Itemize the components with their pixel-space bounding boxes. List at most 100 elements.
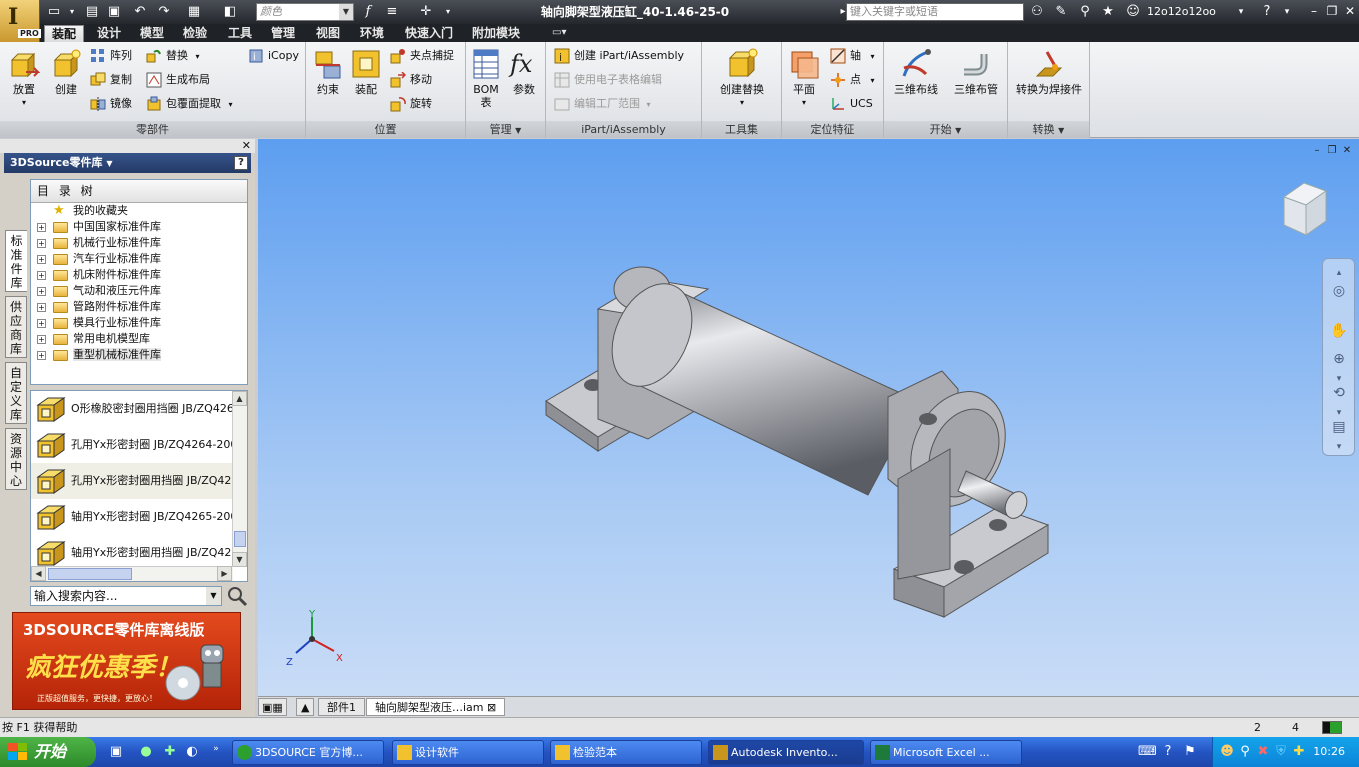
- chevron-up-icon[interactable]: ▲: [296, 698, 315, 716]
- favorites-star-icon[interactable]: ★: [1099, 3, 1117, 21]
- ie-icon[interactable]: ◐: [184, 744, 200, 760]
- promo-banner[interactable]: 3DSOURCE零件库离线版 疯狂优惠季！ 正版超值服务，更快捷，更放心！: [12, 612, 241, 710]
- expand-icon[interactable]: +: [37, 351, 46, 360]
- make-layout-button[interactable]: 生成布局: [146, 70, 210, 90]
- application-menu-button[interactable]: I PRO: [0, 0, 41, 42]
- restore-icon[interactable]: ❐: [1324, 3, 1340, 19]
- orbit-icon[interactable]: ⟲: [1329, 383, 1349, 403]
- create-substitute-button[interactable]: 创建替换 ▾: [712, 48, 772, 120]
- tab-design[interactable]: 设计: [90, 25, 128, 42]
- list-item[interactable]: 轴用Yx形密封圈用挡圈 JB/ZQ4265-2006: [31, 535, 233, 567]
- expand-icon[interactable]: +: [37, 335, 46, 344]
- user-name[interactable]: 12o12o12oo: [1147, 5, 1216, 18]
- tab-model[interactable]: 模型: [133, 25, 171, 42]
- convert-to-weldment-button[interactable]: 转换为焊接件: [1012, 48, 1086, 120]
- edit-spreadsheet-button[interactable]: 使用电子表格编辑: [554, 70, 662, 90]
- pan-hand-icon[interactable]: ✋: [1329, 321, 1349, 341]
- tab-environments[interactable]: 环境: [353, 25, 391, 42]
- help-search-input[interactable]: 键入关键字或短语: [846, 3, 1024, 21]
- minimize-icon[interactable]: –: [1306, 3, 1322, 19]
- subscription-icon[interactable]: ⚲: [1076, 3, 1094, 21]
- open-icon[interactable]: ▤: [84, 4, 100, 20]
- tray-network-icon[interactable]: ⚲: [1237, 744, 1253, 760]
- plane-button[interactable]: 平面 ▾: [782, 48, 826, 120]
- tab-assemble[interactable]: 装配: [44, 25, 85, 42]
- assemble-button[interactable]: 装配: [344, 48, 388, 120]
- help-icon[interactable]: ?: [1258, 3, 1276, 21]
- parameters-button[interactable]: fx 参数: [504, 48, 544, 120]
- copy-button[interactable]: 复制: [90, 70, 132, 90]
- shrinkwrap-button[interactable]: 包覆面提取 ▾: [146, 94, 233, 114]
- 3d-viewport[interactable]: – ❐ ✕ Y X Z: [258, 139, 1359, 696]
- task-autodesk-inventor[interactable]: Autodesk Invento...: [708, 740, 864, 765]
- side-tab-resource-center[interactable]: 资源中心: [5, 428, 27, 490]
- chevron-right-icon[interactable]: »: [208, 741, 224, 757]
- redo-icon[interactable]: ↷: [156, 4, 172, 20]
- wrench-icon[interactable]: ✎: [1052, 3, 1070, 21]
- help-icon[interactable]: ?: [234, 156, 248, 170]
- tab-get-started[interactable]: 快速入门: [398, 25, 460, 42]
- tab-manage[interactable]: 管理: [264, 25, 302, 42]
- horizontal-scrollbar[interactable]: ◀ ▶: [31, 566, 233, 581]
- tab-tools[interactable]: 工具: [221, 25, 259, 42]
- expand-icon[interactable]: +: [37, 255, 46, 264]
- cable-harness-button[interactable]: 三维布线: [888, 48, 944, 120]
- browser-icon[interactable]: ●: [138, 744, 154, 760]
- binoculars-icon[interactable]: ⚇: [1028, 3, 1046, 21]
- chevron-down-icon[interactable]: ▼: [206, 587, 221, 605]
- list-item[interactable]: O形橡胶密封圈用挡圈 JB/ZQ4264-2006: [31, 391, 233, 427]
- help-dropdown-icon[interactable]: ▾: [1278, 3, 1296, 21]
- tree-item[interactable]: + 气动和液压元件库: [31, 283, 247, 299]
- rotate-button[interactable]: 旋转: [390, 94, 432, 114]
- icopy-button[interactable]: i iCopy: [248, 46, 299, 66]
- tree-item[interactable]: + 模具行业标准件库: [31, 315, 247, 331]
- keyboard-icon[interactable]: ⌨: [1138, 744, 1157, 760]
- undo-icon[interactable]: ↶: [132, 4, 148, 20]
- library-search-input[interactable]: 输入搜索内容... ▼: [30, 586, 222, 606]
- expand-icon[interactable]: +: [37, 223, 46, 232]
- grip-snap-button[interactable]: 夹点捕捉: [390, 46, 454, 66]
- tree-item[interactable]: + 机械行业标准件库: [31, 235, 247, 251]
- edit-factory-scope-button[interactable]: 编辑工厂范围 ▾: [554, 94, 651, 114]
- mirror-button[interactable]: 镜像: [90, 94, 132, 114]
- tree-item[interactable]: + 汽车行业标准件库: [31, 251, 247, 267]
- browser2-icon[interactable]: ✚: [162, 744, 178, 760]
- zoom-icon[interactable]: ⊕: [1329, 349, 1349, 369]
- task-folder-inspect[interactable]: 检验范本: [550, 740, 702, 765]
- replace-button[interactable]: 替换 ▾: [146, 46, 200, 66]
- new-dropdown-icon[interactable]: ▾: [64, 4, 80, 20]
- user-dropdown-icon[interactable]: ▾: [1232, 3, 1250, 21]
- tree-item[interactable]: + 重型机械标准件库: [31, 347, 247, 363]
- list-item[interactable]: 孔用Yx形密封圈用挡圈 JB/ZQ4264-2006: [31, 463, 233, 499]
- doc-tab-cylinder[interactable]: 轴向脚架型液压…iam ⊠: [366, 698, 506, 716]
- create-component-button[interactable]: 创建: [44, 48, 88, 120]
- expand-icon[interactable]: +: [37, 287, 46, 296]
- parts-library-header[interactable]: 3DSource零件库 ▼ ?: [4, 153, 251, 173]
- steering-wheel-icon[interactable]: ◎: [1329, 281, 1349, 301]
- side-tab-custom[interactable]: 自定义库: [5, 362, 27, 424]
- tube-pipe-button[interactable]: 三维布管: [948, 48, 1004, 120]
- quicklaunch-icon[interactable]: ▣: [108, 744, 124, 760]
- expand-icon[interactable]: +: [37, 319, 46, 328]
- create-ipart-button[interactable]: i 创建 iPart/iAssembly: [554, 46, 684, 66]
- line-weight-icon[interactable]: ≡: [384, 4, 400, 20]
- list-item[interactable]: 孔用Yx形密封圈 JB/ZQ4264-2006: [31, 427, 233, 463]
- expand-icon[interactable]: +: [37, 271, 46, 280]
- save-icon[interactable]: ▣: [106, 4, 122, 20]
- chevron-down-icon[interactable]: ▾: [1329, 437, 1349, 457]
- language-icon[interactable]: ⚑: [1182, 744, 1198, 760]
- tree-item[interactable]: + 常用电机模型库: [31, 331, 247, 347]
- point-button[interactable]: 点 ▾: [830, 70, 875, 90]
- expand-icon[interactable]: +: [37, 303, 46, 312]
- axis-button[interactable]: 轴 ▾: [830, 46, 875, 66]
- tab-view[interactable]: 视图: [309, 25, 347, 42]
- select-filter-icon[interactable]: ◧: [222, 4, 238, 20]
- search-icon[interactable]: [226, 585, 248, 607]
- tree-item-favorites[interactable]: ★ 我的收藏夹: [31, 203, 247, 219]
- fx-icon[interactable]: f: [360, 4, 376, 20]
- tray-security-icon[interactable]: ✖: [1255, 744, 1271, 760]
- list-item[interactable]: 轴用Yx形密封圈 JB/ZQ4265-2006: [31, 499, 233, 535]
- tray-app-icon[interactable]: ☻: [1219, 744, 1235, 760]
- side-tab-standard-parts[interactable]: 标准件库: [5, 230, 27, 292]
- view-cube[interactable]: [1282, 182, 1328, 236]
